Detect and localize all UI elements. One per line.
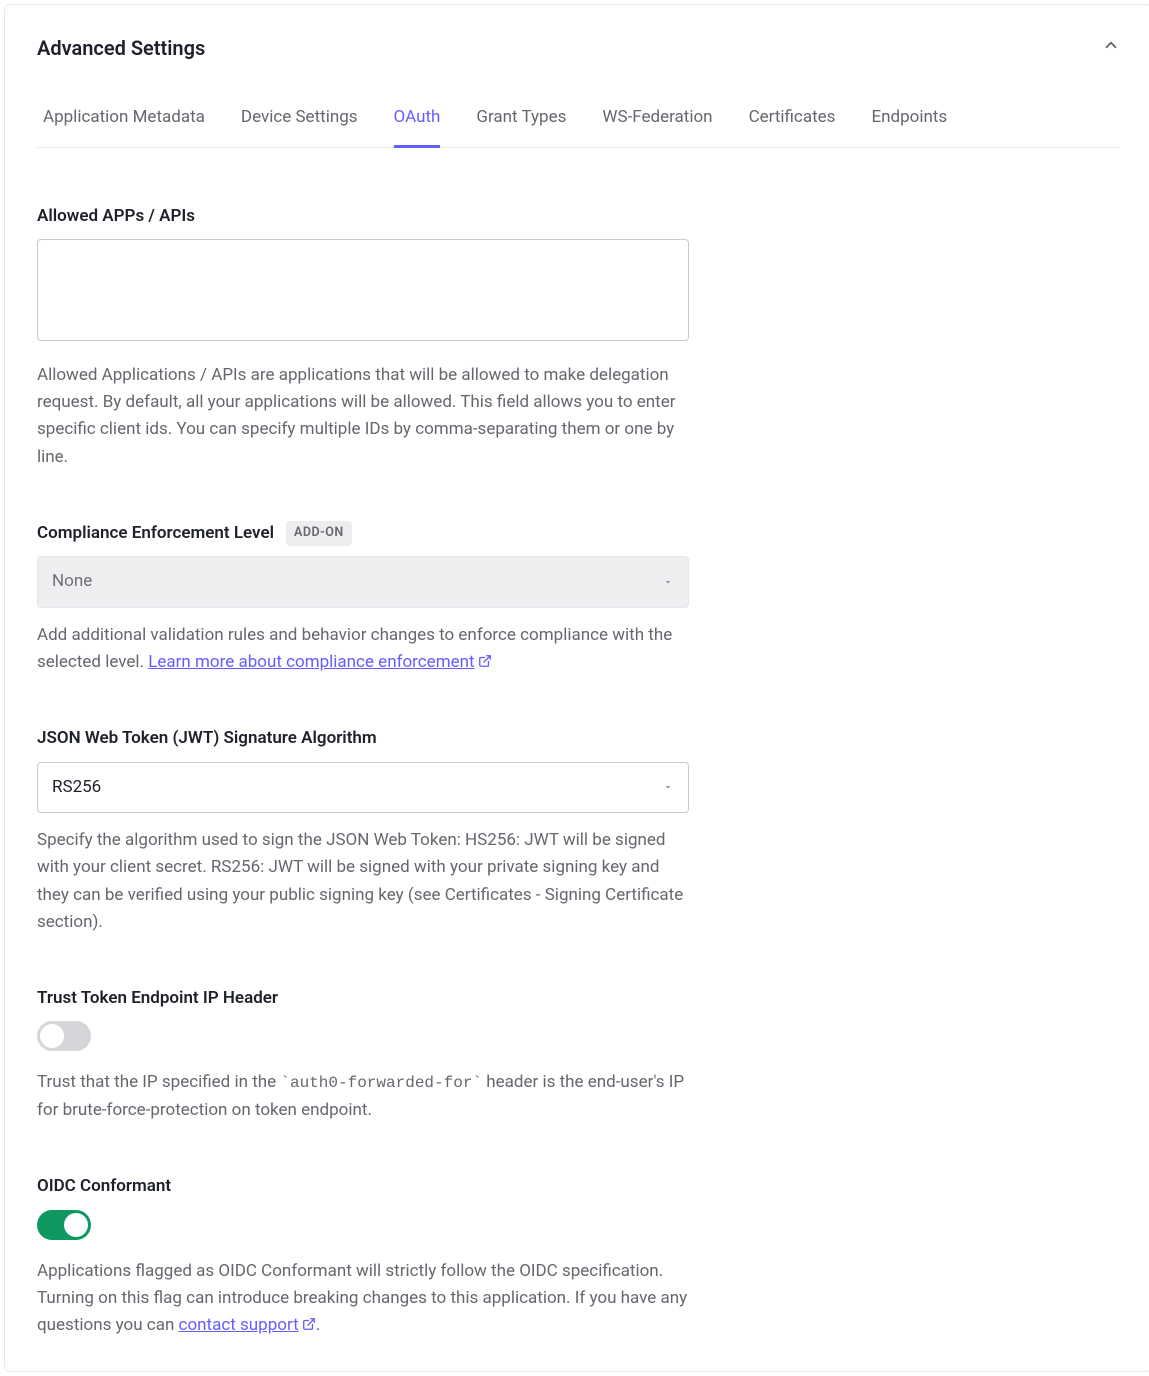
tab-certificates[interactable]: Certificates <box>749 91 836 148</box>
card-header: Advanced Settings <box>5 5 1149 77</box>
toggle-knob <box>40 1024 64 1048</box>
toggle-knob <box>64 1213 88 1237</box>
allowed-apps-input[interactable] <box>37 239 689 341</box>
oidc-label: OIDC Conformant <box>37 1174 689 1200</box>
form-column: Allowed APPs / APIs Allowed Applications… <box>37 204 689 1340</box>
allowed-apps-label: Allowed APPs / APIs <box>37 204 689 230</box>
contact-support-link[interactable]: contact support <box>179 1315 316 1335</box>
trust-ip-help-code: `auth0-forwarded-for` <box>280 1074 482 1092</box>
oidc-help-post: . <box>316 1315 320 1335</box>
tab-device-settings[interactable]: Device Settings <box>241 91 358 148</box>
field-compliance: Compliance Enforcement Level ADD-ON None… <box>37 521 689 676</box>
compliance-help: Add additional validation rules and beha… <box>37 622 689 676</box>
jwt-select-value: RS256 <box>52 775 101 801</box>
tab-application-metadata[interactable]: Application Metadata <box>43 91 205 148</box>
compliance-select-value: None <box>52 569 92 595</box>
compliance-link-text: Learn more about compliance enforcement <box>148 652 474 672</box>
jwt-label: JSON Web Token (JWT) Signature Algorithm <box>37 726 689 752</box>
oidc-help-pre: Applications flagged as OIDC Conformant … <box>37 1261 687 1335</box>
collapse-button[interactable] <box>1102 36 1120 61</box>
caret-down-icon <box>662 781 674 793</box>
oidc-help: Applications flagged as OIDC Conformant … <box>37 1258 689 1340</box>
tab-oauth[interactable]: OAuth <box>394 91 441 148</box>
compliance-select[interactable]: None <box>37 556 689 608</box>
external-link-icon <box>302 1317 316 1331</box>
field-oidc: OIDC Conformant Applications flagged as … <box>37 1174 689 1339</box>
external-link-icon <box>478 654 492 668</box>
trust-ip-toggle[interactable] <box>37 1021 91 1051</box>
compliance-label: Compliance Enforcement Level ADD-ON <box>37 521 689 547</box>
addon-badge: ADD-ON <box>286 521 352 546</box>
trust-ip-help-pre: Trust that the IP specified in the <box>37 1072 280 1092</box>
oidc-toggle[interactable] <box>37 1210 91 1240</box>
tabs: Application Metadata Device Settings OAu… <box>37 91 1120 148</box>
field-trust-ip: Trust Token Endpoint IP Header Trust tha… <box>37 986 689 1124</box>
caret-down-icon <box>662 576 674 588</box>
jwt-select[interactable]: RS256 <box>37 762 689 814</box>
oidc-link-text: contact support <box>179 1315 299 1335</box>
trust-ip-label: Trust Token Endpoint IP Header <box>37 986 689 1012</box>
field-jwt: JSON Web Token (JWT) Signature Algorithm… <box>37 726 689 936</box>
advanced-settings-card: Advanced Settings Application Metadata D… <box>4 4 1149 1372</box>
compliance-label-text: Compliance Enforcement Level <box>37 521 274 547</box>
trust-ip-help: Trust that the IP specified in the `auth… <box>37 1069 689 1124</box>
tab-endpoints[interactable]: Endpoints <box>871 91 947 148</box>
chevron-up-icon <box>1102 36 1120 54</box>
tab-ws-federation[interactable]: WS-Federation <box>602 91 712 148</box>
tab-panel-oauth: Allowed APPs / APIs Allowed Applications… <box>5 148 1149 1372</box>
field-allowed-apps: Allowed APPs / APIs Allowed Applications… <box>37 204 689 471</box>
compliance-learn-more-link[interactable]: Learn more about compliance enforcement <box>148 652 491 672</box>
tab-grant-types[interactable]: Grant Types <box>476 91 566 148</box>
card-title: Advanced Settings <box>37 33 205 63</box>
jwt-help: Specify the algorithm used to sign the J… <box>37 827 689 936</box>
allowed-apps-help: Allowed Applications / APIs are applicat… <box>37 362 689 471</box>
